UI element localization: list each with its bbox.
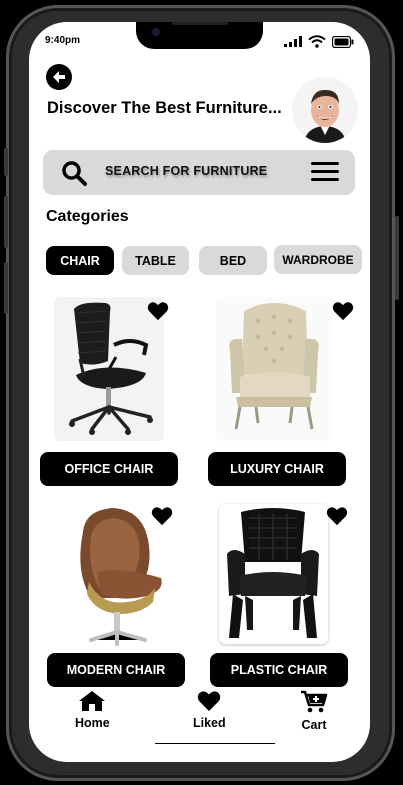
search-bar[interactable]: SEARCH FOR FURNITURE	[43, 150, 355, 195]
plastic-chair-image	[227, 508, 319, 638]
nav-home-label: Home	[75, 716, 110, 730]
signal-icon	[284, 36, 302, 47]
app-screen: 9:40pm Discover The Best Furniture... SE…	[29, 22, 370, 762]
power-button	[395, 216, 399, 300]
categories-heading: Categories	[46, 208, 129, 225]
category-chip-chair[interactable]: CHAIR	[46, 246, 114, 275]
home-indicator	[155, 743, 275, 744]
search-icon[interactable]	[61, 160, 87, 186]
search-input[interactable]: SEARCH FOR FURNITURE	[105, 164, 267, 178]
front-camera	[152, 28, 160, 36]
volume-up-button	[4, 196, 8, 248]
category-chip-bed[interactable]: BED	[199, 246, 267, 275]
status-icons	[284, 35, 354, 48]
mute-switch	[4, 148, 8, 176]
heart-icon[interactable]	[147, 301, 169, 321]
page-title: Discover The Best Furniture...	[47, 99, 282, 117]
nav-cart[interactable]: Cart	[300, 690, 328, 732]
heart-icon[interactable]	[326, 506, 348, 526]
back-button[interactable]	[46, 64, 72, 90]
category-chip-table[interactable]: TABLE	[122, 246, 189, 275]
heart-icon	[198, 691, 221, 711]
status-time: 9:40pm	[45, 35, 81, 46]
product-button-modern-chair[interactable]: MODERN CHAIR	[47, 653, 185, 687]
avatar-image	[292, 77, 358, 143]
speaker	[172, 22, 228, 25]
heart-icon[interactable]	[332, 301, 354, 321]
product-image-plastic-chair[interactable]	[219, 504, 328, 644]
home-icon	[79, 691, 106, 711]
product-image-luxury-chair[interactable]	[216, 297, 332, 441]
product-button-luxury-chair[interactable]: LUXURY CHAIR	[208, 452, 346, 486]
wifi-icon	[308, 35, 326, 48]
category-chip-wardrobe[interactable]: WARDROBE	[274, 245, 362, 274]
luxury-chair-image	[229, 303, 319, 430]
back-arrow-icon	[53, 71, 65, 83]
product-button-office-chair[interactable]: OFFICE CHAIR	[40, 452, 178, 486]
nav-liked-label: Liked	[193, 716, 226, 730]
product-button-plastic-chair[interactable]: PLASTIC CHAIR	[210, 653, 348, 687]
nav-cart-label: Cart	[301, 718, 327, 732]
battery-icon	[332, 35, 354, 48]
avatar[interactable]	[292, 77, 358, 143]
nav-home[interactable]: Home	[75, 690, 110, 730]
menu-icon[interactable]	[311, 161, 341, 183]
notch	[136, 22, 263, 49]
volume-down-button	[4, 262, 8, 314]
nav-liked[interactable]: Liked	[193, 690, 226, 730]
cart-icon	[301, 690, 328, 713]
heart-icon[interactable]	[151, 506, 173, 526]
